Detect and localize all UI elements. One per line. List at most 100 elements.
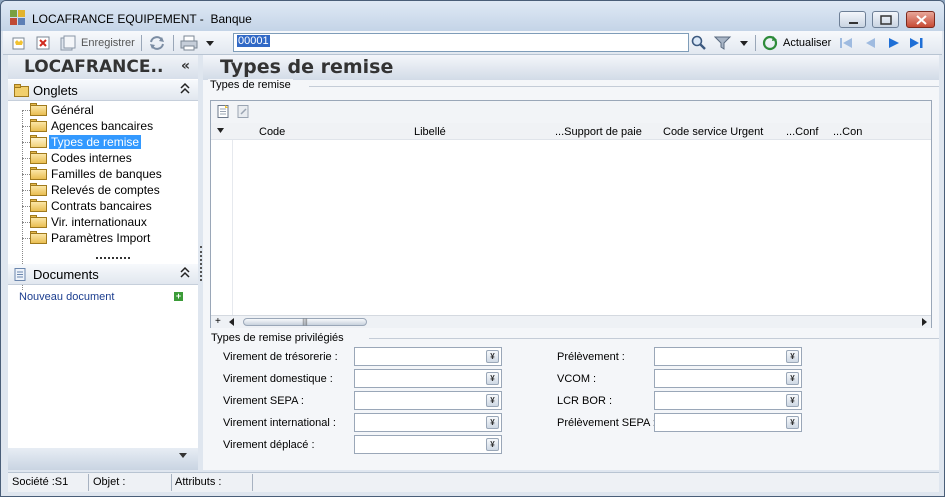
collapse-section-icon (180, 82, 190, 94)
next-record-button[interactable] (887, 34, 901, 52)
tree-item-releves-de-comptes[interactable]: Relevés de comptes (8, 182, 198, 198)
collapse-panel-button[interactable]: « (181, 58, 190, 74)
save-label: Enregistrer (81, 37, 135, 49)
last-record-button[interactable] (909, 34, 925, 52)
new-line-icon[interactable] (217, 105, 230, 119)
double-chevron-down-icon[interactable]: ¥ (486, 372, 499, 385)
virement-sepa-select[interactable]: ¥ (354, 391, 502, 410)
column-header-con[interactable]: ...Con (833, 126, 862, 138)
company-header: LOCAFRANCE.. « (8, 55, 198, 79)
window-title: LOCAFRANCE EQUIPEMENT - Banque (32, 12, 252, 26)
lcr-bor-select[interactable]: ¥ (654, 391, 802, 410)
grid-header-row: Code Libellé ...Support de paie Code ser… (211, 123, 931, 140)
virement-deplace-label: Virement déplacé : (223, 439, 315, 451)
onglets-section-header[interactable]: Onglets (8, 80, 198, 101)
print-dropdown-button[interactable] (206, 34, 215, 52)
tree-item-agences-bancaires[interactable]: Agences bancaires (8, 118, 198, 134)
double-chevron-down-icon[interactable]: ¥ (486, 438, 499, 451)
tree-item-types-de-remise[interactable]: Types de remise (8, 134, 198, 150)
double-chevron-down-icon[interactable]: ¥ (486, 416, 499, 429)
virement-domestique-select[interactable]: ¥ (354, 369, 502, 388)
double-chevron-down-icon[interactable]: ¥ (786, 350, 799, 363)
column-header-code-service-urgent[interactable]: Code service Urgent (663, 126, 763, 138)
virement-deplace-select[interactable]: ¥ (354, 435, 502, 454)
minimize-icon (849, 22, 858, 24)
print-button[interactable] (180, 34, 198, 52)
vcom-select[interactable]: ¥ (654, 369, 802, 388)
double-chevron-down-icon[interactable]: ¥ (486, 350, 499, 363)
tree-item-codes-internes[interactable]: Codes internes (8, 150, 198, 166)
printer-icon (180, 35, 198, 51)
panel-splitter[interactable] (200, 246, 202, 281)
chevron-down-icon[interactable] (179, 453, 188, 459)
add-document-button[interactable]: + (174, 292, 183, 301)
save-button[interactable]: Enregistrer (60, 34, 135, 52)
edit-line-icon[interactable] (237, 105, 250, 119)
column-header-support-de-paie[interactable]: ...Support de paie (555, 126, 642, 138)
double-chevron-down-icon[interactable]: ¥ (786, 416, 799, 429)
main-toolbar: Enregistrer 00001 Actualiser (3, 31, 942, 55)
minimize-button[interactable] (839, 11, 866, 28)
sync-button[interactable] (148, 34, 166, 52)
tree-item-vir-internationaux[interactable]: Vir. internationaux (8, 214, 198, 230)
maximize-icon (880, 15, 892, 25)
vcom-label: VCOM : (557, 373, 597, 385)
refresh-button[interactable]: Actualiser (762, 34, 831, 52)
horizontal-scrollbar[interactable]: + ||| (211, 315, 931, 328)
first-record-button[interactable] (838, 34, 854, 52)
prelevement-sepa-select[interactable]: ¥ (654, 413, 802, 432)
refresh-label: Actualiser (783, 37, 832, 49)
new-record-icon (12, 37, 25, 50)
section-splitter-handle[interactable] (96, 256, 132, 260)
scrollbar-thumb[interactable]: ||| (243, 318, 367, 326)
virement-tresorerie-select[interactable]: ¥ (354, 347, 502, 366)
maximize-button[interactable] (872, 11, 899, 28)
tree-item-contrats-bancaires[interactable]: Contrats bancaires (8, 198, 198, 214)
new-button[interactable] (12, 34, 26, 52)
add-row-button[interactable]: + (215, 316, 221, 327)
prelevement-select[interactable]: ¥ (654, 347, 802, 366)
documents-section-header[interactable]: Documents (8, 264, 198, 285)
document-icon (14, 268, 26, 281)
group-divider (309, 86, 939, 87)
row-menu-icon[interactable] (217, 128, 225, 134)
virement-international-select[interactable]: ¥ (354, 413, 502, 432)
page-title: Types de remise (203, 55, 939, 80)
double-chevron-down-icon[interactable]: ¥ (786, 394, 799, 407)
last-record-icon (910, 38, 923, 48)
record-code-input[interactable]: 00001 (233, 33, 689, 52)
folder-icon (30, 119, 47, 132)
column-header-code[interactable]: Code (259, 126, 285, 138)
chevron-down-icon (740, 41, 748, 46)
column-header-conf[interactable]: ...Conf (786, 126, 818, 138)
navigation-panel-footer (8, 448, 198, 470)
column-header-libelle[interactable]: Libellé (414, 126, 446, 138)
close-window-button[interactable] (906, 11, 935, 28)
search-button[interactable] (691, 34, 707, 52)
tree-item-label: Codes internes (51, 151, 132, 165)
virement-tresorerie-label: Virement de trésorerie : (223, 351, 338, 363)
double-chevron-down-icon[interactable]: ¥ (486, 394, 499, 407)
tree-item-label: Familles de banques (51, 167, 162, 181)
tree-item-general[interactable]: Général (8, 102, 198, 118)
scroll-left-icon[interactable] (229, 318, 235, 326)
previous-record-icon (866, 38, 875, 48)
toolbar-separator (141, 35, 142, 51)
new-document-link[interactable]: Nouveau document (19, 291, 114, 303)
scroll-right-icon[interactable] (922, 318, 928, 326)
record-code-value: 00001 (237, 35, 270, 47)
delete-button[interactable] (36, 34, 50, 52)
close-icon (916, 15, 927, 25)
folder-icon (30, 215, 47, 228)
filter-dropdown-button[interactable] (740, 34, 749, 52)
title-bar[interactable]: LOCAFRANCE EQUIPEMENT - Banque (1, 1, 944, 31)
sync-icon (150, 36, 164, 50)
filter-button[interactable] (714, 34, 732, 52)
tree-item-parametres-import[interactable]: Paramètres Import (8, 230, 198, 246)
previous-record-button[interactable] (863, 34, 877, 52)
tree-item-familles-de-banques[interactable]: Familles de banques (8, 166, 198, 182)
open-folder-icon (30, 135, 47, 148)
folder-icon (30, 231, 47, 244)
double-chevron-down-icon[interactable]: ¥ (786, 372, 799, 385)
virement-domestique-label: Virement domestique : (223, 373, 333, 385)
